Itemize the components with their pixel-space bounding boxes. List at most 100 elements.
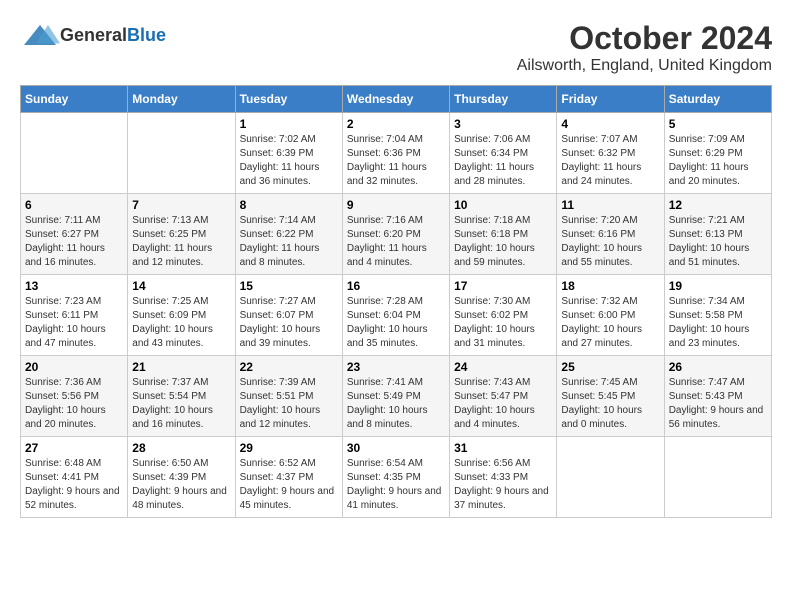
- day-number: 7: [132, 198, 230, 212]
- table-row: 27 Sunrise: 6:48 AM Sunset: 4:41 PM Dayli…: [21, 437, 128, 518]
- day-info: Sunrise: 6:52 AM Sunset: 4:37 PM Dayligh…: [240, 457, 338, 513]
- col-sunday: Sunday: [21, 86, 128, 113]
- day-info: Sunrise: 7:41 AM Sunset: 5:49 PM Dayligh…: [347, 376, 445, 432]
- table-row: 2Sunrise: 7:04 AM Sunset: 6:36 PM Daylig…: [342, 113, 449, 194]
- table-row: 5 Sunrise: 7:09 AM Sunset: 6:29 PM Daylig…: [664, 113, 771, 194]
- page-subtitle: Ailsworth, England, United Kingdom: [517, 57, 772, 75]
- table-row: [21, 113, 128, 194]
- day-number: 31: [454, 441, 552, 455]
- day-info: Sunrise: 6:54 AM Sunset: 4:35 PM Dayligh…: [347, 457, 445, 513]
- day-info: Sunrise: 7:39 AM Sunset: 5:51 PM Dayligh…: [240, 376, 338, 432]
- calendar-row: 27 Sunrise: 6:48 AM Sunset: 4:41 PM Dayli…: [21, 437, 772, 518]
- day-info: Sunrise: 7:32 AM Sunset: 6:00 PM Dayligh…: [561, 295, 659, 351]
- day-info: Sunrise: 7:47 AM Sunset: 5:43 PM Dayligh…: [669, 376, 767, 432]
- table-row: 26Sunrise: 7:47 AM Sunset: 5:43 PM Dayli…: [664, 356, 771, 437]
- day-number: 9: [347, 198, 445, 212]
- day-number: 14: [132, 279, 230, 293]
- day-info: Sunrise: 7:11 AM Sunset: 6:27 PM Dayligh…: [25, 214, 123, 270]
- calendar-row: 6 Sunrise: 7:11 AM Sunset: 6:27 PM Daylig…: [21, 194, 772, 275]
- table-row: 11 Sunrise: 7:20 AM Sunset: 6:16 PM Dayli…: [557, 194, 664, 275]
- day-number: 27: [25, 441, 123, 455]
- day-number: 29: [240, 441, 338, 455]
- day-info: Sunrise: 7:25 AM Sunset: 6:09 PM Dayligh…: [132, 295, 230, 351]
- calendar-row: 20Sunrise: 7:36 AM Sunset: 5:56 PM Dayli…: [21, 356, 772, 437]
- day-info: Sunrise: 7:37 AM Sunset: 5:54 PM Dayligh…: [132, 376, 230, 432]
- table-row: 12 Sunrise: 7:21 AM Sunset: 6:13 PM Dayli…: [664, 194, 771, 275]
- table-row: 19Sunrise: 7:34 AM Sunset: 5:58 PM Dayli…: [664, 275, 771, 356]
- table-row: 24 Sunrise: 7:43 AM Sunset: 5:47 PM Dayli…: [450, 356, 557, 437]
- page-header: GeneralBlue October 2024 Ailsworth, Engl…: [20, 20, 772, 75]
- day-number: 21: [132, 360, 230, 374]
- col-thursday: Thursday: [450, 86, 557, 113]
- day-info: Sunrise: 7:20 AM Sunset: 6:16 PM Dayligh…: [561, 214, 659, 270]
- table-row: 22 Sunrise: 7:39 AM Sunset: 5:51 PM Dayli…: [235, 356, 342, 437]
- day-number: 20: [25, 360, 123, 374]
- day-info: Sunrise: 7:18 AM Sunset: 6:18 PM Dayligh…: [454, 214, 552, 270]
- logo-general: General: [60, 25, 127, 45]
- title-block: October 2024 Ailsworth, England, United …: [517, 20, 772, 75]
- day-number: 12: [669, 198, 767, 212]
- day-number: 23: [347, 360, 445, 374]
- day-info: Sunrise: 7:28 AM Sunset: 6:04 PM Dayligh…: [347, 295, 445, 351]
- day-info: Sunrise: 7:16 AM Sunset: 6:20 PM Dayligh…: [347, 214, 445, 270]
- table-row: 4 Sunrise: 7:07 AM Sunset: 6:32 PM Daylig…: [557, 113, 664, 194]
- day-info: Sunrise: 6:48 AM Sunset: 4:41 PM Dayligh…: [25, 457, 123, 513]
- table-row: 21 Sunrise: 7:37 AM Sunset: 5:54 PM Dayli…: [128, 356, 235, 437]
- calendar-body: 1Sunrise: 7:02 AM Sunset: 6:39 PM Daylig…: [21, 113, 772, 518]
- col-wednesday: Wednesday: [342, 86, 449, 113]
- day-number: 16: [347, 279, 445, 293]
- day-number: 11: [561, 198, 659, 212]
- table-row: 25Sunrise: 7:45 AM Sunset: 5:45 PM Dayli…: [557, 356, 664, 437]
- day-info: Sunrise: 6:56 AM Sunset: 4:33 PM Dayligh…: [454, 457, 552, 513]
- logo-blue: Blue: [127, 25, 166, 45]
- table-row: 29 Sunrise: 6:52 AM Sunset: 4:37 PM Dayli…: [235, 437, 342, 518]
- table-row: 17Sunrise: 7:30 AM Sunset: 6:02 PM Dayli…: [450, 275, 557, 356]
- day-number: 5: [669, 117, 767, 131]
- day-number: 24: [454, 360, 552, 374]
- table-row: 6 Sunrise: 7:11 AM Sunset: 6:27 PM Daylig…: [21, 194, 128, 275]
- day-number: 15: [240, 279, 338, 293]
- day-info: Sunrise: 7:30 AM Sunset: 6:02 PM Dayligh…: [454, 295, 552, 351]
- day-number: 4: [561, 117, 659, 131]
- day-info: Sunrise: 7:45 AM Sunset: 5:45 PM Dayligh…: [561, 376, 659, 432]
- col-saturday: Saturday: [664, 86, 771, 113]
- col-tuesday: Tuesday: [235, 86, 342, 113]
- table-row: 7 Sunrise: 7:13 AM Sunset: 6:25 PM Daylig…: [128, 194, 235, 275]
- calendar-row: 13Sunrise: 7:23 AM Sunset: 6:11 PM Dayli…: [21, 275, 772, 356]
- day-number: 22: [240, 360, 338, 374]
- day-info: Sunrise: 7:13 AM Sunset: 6:25 PM Dayligh…: [132, 214, 230, 270]
- calendar-table: Sunday Monday Tuesday Wednesday Thursday…: [20, 85, 772, 518]
- day-number: 28: [132, 441, 230, 455]
- table-row: 1Sunrise: 7:02 AM Sunset: 6:39 PM Daylig…: [235, 113, 342, 194]
- day-info: Sunrise: 7:02 AM Sunset: 6:39 PM Dayligh…: [240, 133, 338, 189]
- day-info: Sunrise: 7:04 AM Sunset: 6:36 PM Dayligh…: [347, 133, 445, 189]
- day-info: Sunrise: 7:07 AM Sunset: 6:32 PM Dayligh…: [561, 133, 659, 189]
- day-info: Sunrise: 7:21 AM Sunset: 6:13 PM Dayligh…: [669, 214, 767, 270]
- table-row: 14 Sunrise: 7:25 AM Sunset: 6:09 PM Dayli…: [128, 275, 235, 356]
- day-number: 18: [561, 279, 659, 293]
- table-row: 23 Sunrise: 7:41 AM Sunset: 5:49 PM Dayli…: [342, 356, 449, 437]
- table-row: 13Sunrise: 7:23 AM Sunset: 6:11 PM Dayli…: [21, 275, 128, 356]
- header-row: Sunday Monday Tuesday Wednesday Thursday…: [21, 86, 772, 113]
- table-row: [128, 113, 235, 194]
- day-info: Sunrise: 7:09 AM Sunset: 6:29 PM Dayligh…: [669, 133, 767, 189]
- day-info: Sunrise: 7:27 AM Sunset: 6:07 PM Dayligh…: [240, 295, 338, 351]
- table-row: 15 Sunrise: 7:27 AM Sunset: 6:07 PM Dayli…: [235, 275, 342, 356]
- table-row: 8Sunrise: 7:14 AM Sunset: 6:22 PM Daylig…: [235, 194, 342, 275]
- day-number: 3: [454, 117, 552, 131]
- table-row: 30 Sunrise: 6:54 AM Sunset: 4:35 PM Dayli…: [342, 437, 449, 518]
- page-title: October 2024: [517, 20, 772, 57]
- calendar-row: 1Sunrise: 7:02 AM Sunset: 6:39 PM Daylig…: [21, 113, 772, 194]
- day-info: Sunrise: 7:23 AM Sunset: 6:11 PM Dayligh…: [25, 295, 123, 351]
- table-row: [664, 437, 771, 518]
- logo: GeneralBlue: [20, 20, 166, 50]
- table-row: 10Sunrise: 7:18 AM Sunset: 6:18 PM Dayli…: [450, 194, 557, 275]
- day-info: Sunrise: 7:34 AM Sunset: 5:58 PM Dayligh…: [669, 295, 767, 351]
- table-row: 3Sunrise: 7:06 AM Sunset: 6:34 PM Daylig…: [450, 113, 557, 194]
- day-number: 30: [347, 441, 445, 455]
- day-number: 6: [25, 198, 123, 212]
- table-row: 28Sunrise: 6:50 AM Sunset: 4:39 PM Dayli…: [128, 437, 235, 518]
- col-friday: Friday: [557, 86, 664, 113]
- day-info: Sunrise: 7:43 AM Sunset: 5:47 PM Dayligh…: [454, 376, 552, 432]
- table-row: 9 Sunrise: 7:16 AM Sunset: 6:20 PM Daylig…: [342, 194, 449, 275]
